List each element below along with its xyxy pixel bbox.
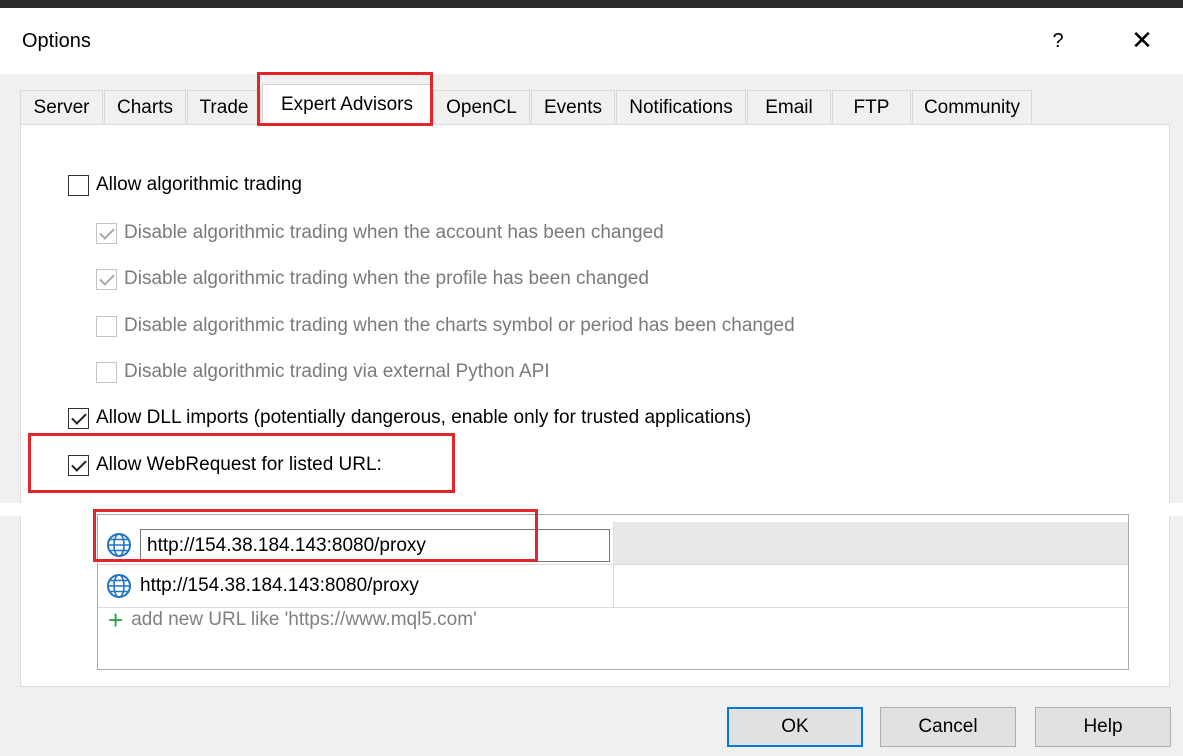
checkbox-label: Disable algorithmic trading when the pro… (124, 268, 649, 289)
disable-on-profile-change-checkbox: Disable algorithmic trading when the pro… (96, 268, 649, 290)
allow-dll-imports-checkbox[interactable]: Allow DLL imports (potentially dangerous… (68, 407, 751, 429)
options-dialog: Options ? ✕ Server Charts Trade Expert A… (0, 8, 1183, 756)
add-url-row[interactable]: + add new URL like 'https://www.mql5.com… (108, 605, 477, 635)
tab-charts[interactable]: Charts (104, 90, 186, 124)
ok-button[interactable]: OK (727, 707, 863, 747)
disable-via-python-api-checkbox: Disable algorithmic trading via external… (96, 361, 550, 383)
tab-events[interactable]: Events (531, 90, 615, 124)
checkbox-label: Allow algorithmic trading (96, 174, 302, 195)
plus-icon: + (108, 605, 124, 635)
url-row-editing[interactable] (98, 522, 1128, 565)
checkbox-box[interactable] (68, 174, 89, 196)
checkbox-box[interactable] (68, 454, 89, 476)
checkbox-label: Disable algorithmic trading via external… (124, 361, 550, 382)
checkbox-box (96, 222, 117, 244)
tab-email[interactable]: Email (747, 90, 831, 124)
tab-server[interactable]: Server (20, 90, 103, 124)
disable-on-account-change-checkbox: Disable algorithmic trading when the acc… (96, 222, 664, 244)
url-list: http://154.38.184.143:8080/proxy + add n… (97, 514, 1129, 670)
checkbox-box (96, 268, 117, 290)
allow-algo-trading-checkbox[interactable]: Allow algorithmic trading (68, 174, 302, 196)
checkbox-box (96, 361, 117, 383)
cancel-button[interactable]: Cancel (880, 707, 1016, 747)
title-bar: Options ? ✕ (0, 8, 1183, 74)
tab-ftp[interactable]: FTP (832, 90, 911, 124)
url-row-right-cell (614, 522, 1128, 564)
url-text: http://154.38.184.143:8080/proxy (140, 575, 419, 596)
help-button[interactable]: Help (1035, 707, 1171, 747)
disable-on-symbol-change-checkbox: Disable algorithmic trading when the cha… (96, 315, 795, 337)
tab-opencl[interactable]: OpenCL (433, 90, 530, 124)
column-divider (613, 522, 614, 565)
tab-community[interactable]: Community (912, 90, 1032, 124)
checkbox-label: Disable algorithmic trading when the acc… (124, 222, 664, 243)
tab-trade[interactable]: Trade (187, 90, 261, 124)
column-divider (613, 565, 614, 608)
add-url-placeholder: add new URL like 'https://www.mql5.com' (131, 609, 477, 630)
checkbox-box (96, 315, 117, 337)
checkbox-label: Allow DLL imports (potentially dangerous… (96, 407, 752, 428)
tab-notifications[interactable]: Notifications (616, 90, 746, 124)
checkbox-box[interactable] (68, 407, 89, 429)
help-icon[interactable]: ? (1040, 24, 1076, 58)
checkbox-label: Allow WebRequest for listed URL: (96, 454, 382, 475)
dialog-title: Options (22, 30, 91, 52)
url-edit-input[interactable] (140, 529, 610, 562)
url-row[interactable]: http://154.38.184.143:8080/proxy (98, 565, 1128, 608)
globe-icon (107, 574, 131, 598)
background-strip (0, 0, 1183, 8)
checkbox-label: Disable algorithmic trading when the cha… (124, 315, 795, 336)
allow-webrequest-checkbox[interactable]: Allow WebRequest for listed URL: (68, 454, 382, 476)
close-icon[interactable]: ✕ (1120, 22, 1164, 58)
globe-icon (107, 533, 131, 557)
tab-expert-advisors[interactable]: Expert Advisors (262, 84, 432, 125)
